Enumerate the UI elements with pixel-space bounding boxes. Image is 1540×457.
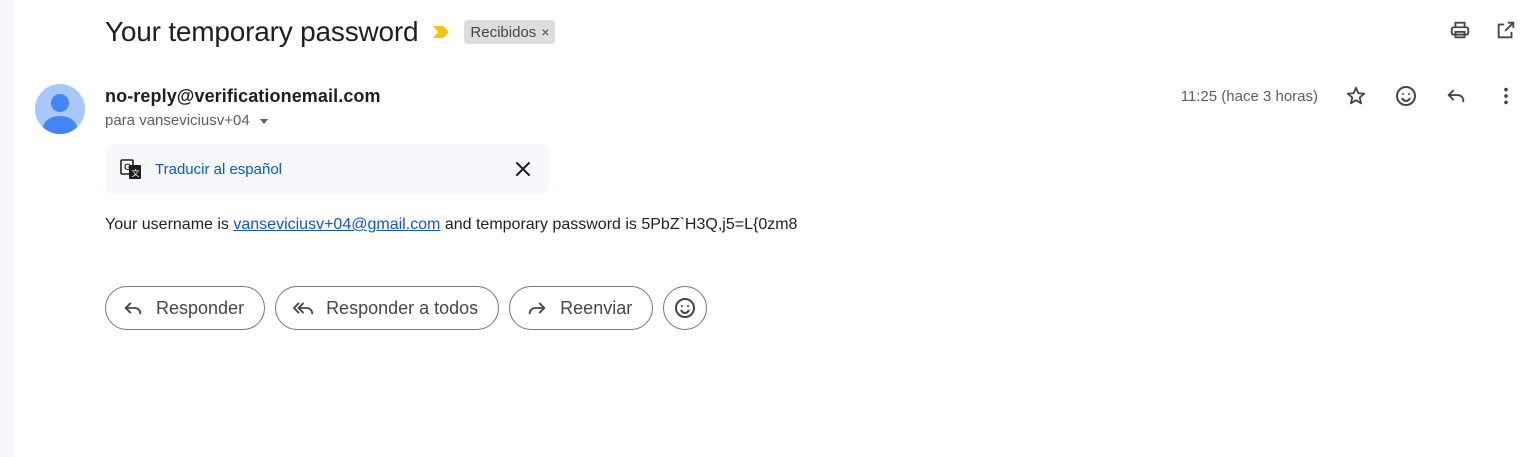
recipient-line: para vanseviciusv+04 xyxy=(105,112,270,129)
open-in-new-icon[interactable] xyxy=(1494,18,1518,42)
body-suffix: and temporary password is 5PbZ`H3Q,j5=L{… xyxy=(444,216,798,233)
forward-button-label: Reenviar xyxy=(560,297,633,318)
print-icon[interactable] xyxy=(1448,18,1472,42)
remove-label-icon[interactable]: × xyxy=(541,24,549,40)
reply-all-button[interactable]: Responder a todos xyxy=(275,286,500,330)
message-actions xyxy=(1344,84,1518,108)
email-body: Your username is vanseviciusv+04@gmail.c… xyxy=(105,216,797,234)
emoji-icon[interactable] xyxy=(1394,84,1418,108)
importance-marker-icon[interactable] xyxy=(432,24,452,40)
message-meta: 11:25 (hace 3 horas) xyxy=(1181,84,1518,108)
label-chip-inbox[interactable]: Recibidos × xyxy=(464,20,556,44)
reply-all-button-label: Responder a todos xyxy=(326,297,479,318)
sender-avatar[interactable] xyxy=(35,84,85,134)
top-actions xyxy=(1448,18,1518,42)
body-prefix: Your username is xyxy=(105,216,229,233)
translate-icon: G 文 xyxy=(119,157,143,181)
svg-text:文: 文 xyxy=(132,168,140,178)
timestamp: 11:25 (hace 3 horas) xyxy=(1180,87,1318,105)
sender-address: no-reply@verificationemail.com xyxy=(105,86,381,106)
reply-icon xyxy=(122,296,146,320)
reply-all-icon xyxy=(292,296,316,320)
caret-down-icon[interactable] xyxy=(258,115,270,127)
left-gutter xyxy=(0,0,15,457)
reply-button[interactable]: Responder xyxy=(105,286,266,330)
recipient-text: para vanseviciusv+04 xyxy=(105,112,250,129)
forward-icon xyxy=(526,296,550,320)
forward-button[interactable]: Reenviar xyxy=(509,286,654,330)
subject-row: Your temporary password Recibidos × xyxy=(105,12,556,52)
close-icon[interactable] xyxy=(511,157,535,181)
email-view: Your temporary password Recibidos × no-r… xyxy=(15,0,1540,457)
more-vert-icon[interactable] xyxy=(1494,84,1518,108)
username-link[interactable]: vanseviciusv+04@gmail.com xyxy=(233,216,440,233)
emoji-reaction-button[interactable] xyxy=(663,286,708,330)
reply-icon[interactable] xyxy=(1444,84,1468,108)
translate-link[interactable]: Traducir al español xyxy=(155,161,282,178)
reply-button-label: Responder xyxy=(156,297,245,318)
email-subject: Your temporary password xyxy=(105,16,419,47)
translate-bar: G 文 Traducir al español xyxy=(105,144,549,194)
label-chip-text: Recibidos xyxy=(470,23,537,41)
reply-actions: Responder Responder a todos Reenviar xyxy=(105,286,708,330)
star-icon[interactable] xyxy=(1344,84,1368,108)
emoji-icon xyxy=(673,296,697,320)
